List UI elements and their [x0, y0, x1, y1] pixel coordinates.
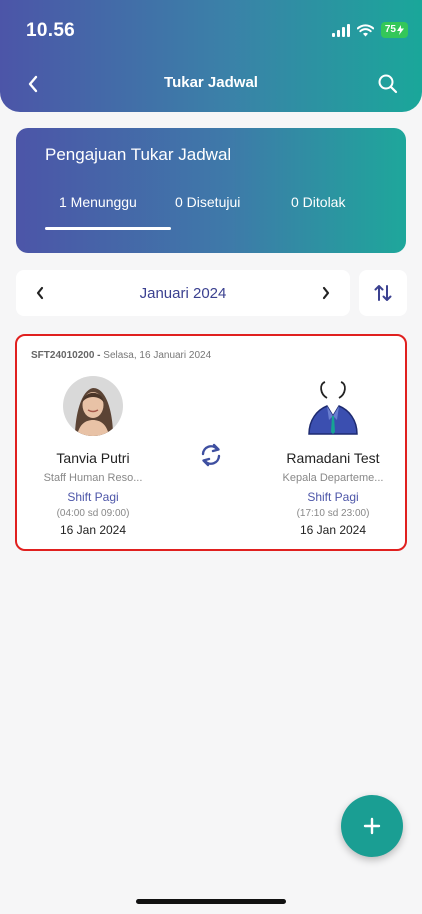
requester-shift-hours: (04:00 sd 09:00): [56, 508, 130, 519]
charging-icon: [397, 25, 404, 35]
requester-name: Tanvia Putri: [56, 450, 130, 466]
page-title: Tukar Jadwal: [164, 74, 258, 91]
user-photo: [63, 376, 123, 436]
tab-disetujui[interactable]: 0 Disetujui: [175, 194, 240, 210]
request-date: Selasa, 16 Januari 2024: [103, 350, 212, 361]
search-icon: [378, 74, 398, 94]
summary-title: Pengajuan Tukar Jadwal: [45, 145, 232, 164]
target-info: Ramadani Test Kepala Departeme... Shift …: [268, 376, 398, 537]
signal-icon: [331, 23, 350, 37]
app-header: 10.56 75 Tukar Jadwal: [0, 0, 422, 112]
tab-ditolak[interactable]: 0 Ditolak: [291, 194, 345, 210]
target-shift-hours: (17:10 sd 23:00): [296, 508, 370, 519]
target-shift: Shift Pagi: [307, 490, 359, 504]
request-id: SFT24010200 -: [31, 350, 101, 361]
next-month-button[interactable]: [316, 282, 336, 304]
target-shift-date: 16 Jan 2024: [299, 523, 367, 537]
requester-info: Tanvia Putri Staff Human Reso... Shift P…: [28, 376, 158, 537]
status-time: 10.56: [26, 20, 76, 41]
avatar: [303, 376, 363, 436]
requester-shift: Shift Pagi: [67, 490, 119, 504]
user-placeholder-icon: [303, 376, 363, 436]
plus-icon: [363, 817, 381, 835]
sort-arrows-icon: [374, 285, 392, 301]
tab-menunggu[interactable]: 1 Menunggu: [59, 194, 137, 210]
month-selector: Januari 2024: [16, 270, 350, 316]
add-request-button[interactable]: [341, 795, 403, 857]
requester-role: Staff Human Reso...: [43, 472, 143, 484]
swap-icon: [201, 443, 221, 467]
battery-level: 75: [384, 24, 396, 35]
summary-card: Pengajuan Tukar Jadwal 1 Menunggu 0 Dise…: [16, 128, 406, 253]
avatar: [63, 376, 123, 436]
target-name: Ramadani Test: [286, 450, 380, 466]
search-button[interactable]: [376, 72, 400, 96]
request-header: SFT24010200 - Selasa, 16 Januari 2024: [31, 350, 211, 361]
home-indicator: [136, 899, 286, 904]
active-tab-indicator: [45, 227, 171, 230]
swap-request-card[interactable]: SFT24010200 - Selasa, 16 Januari 2024 Ta…: [15, 334, 407, 551]
chevron-right-icon: [322, 286, 330, 300]
wifi-icon: [356, 23, 374, 36]
requester-shift-date: 16 Jan 2024: [59, 523, 127, 537]
status-icons: 75: [331, 22, 408, 38]
battery-indicator: 75: [380, 22, 408, 38]
month-label: Januari 2024: [139, 285, 227, 302]
sort-button[interactable]: [359, 270, 407, 316]
target-role: Kepala Departeme...: [282, 472, 384, 484]
